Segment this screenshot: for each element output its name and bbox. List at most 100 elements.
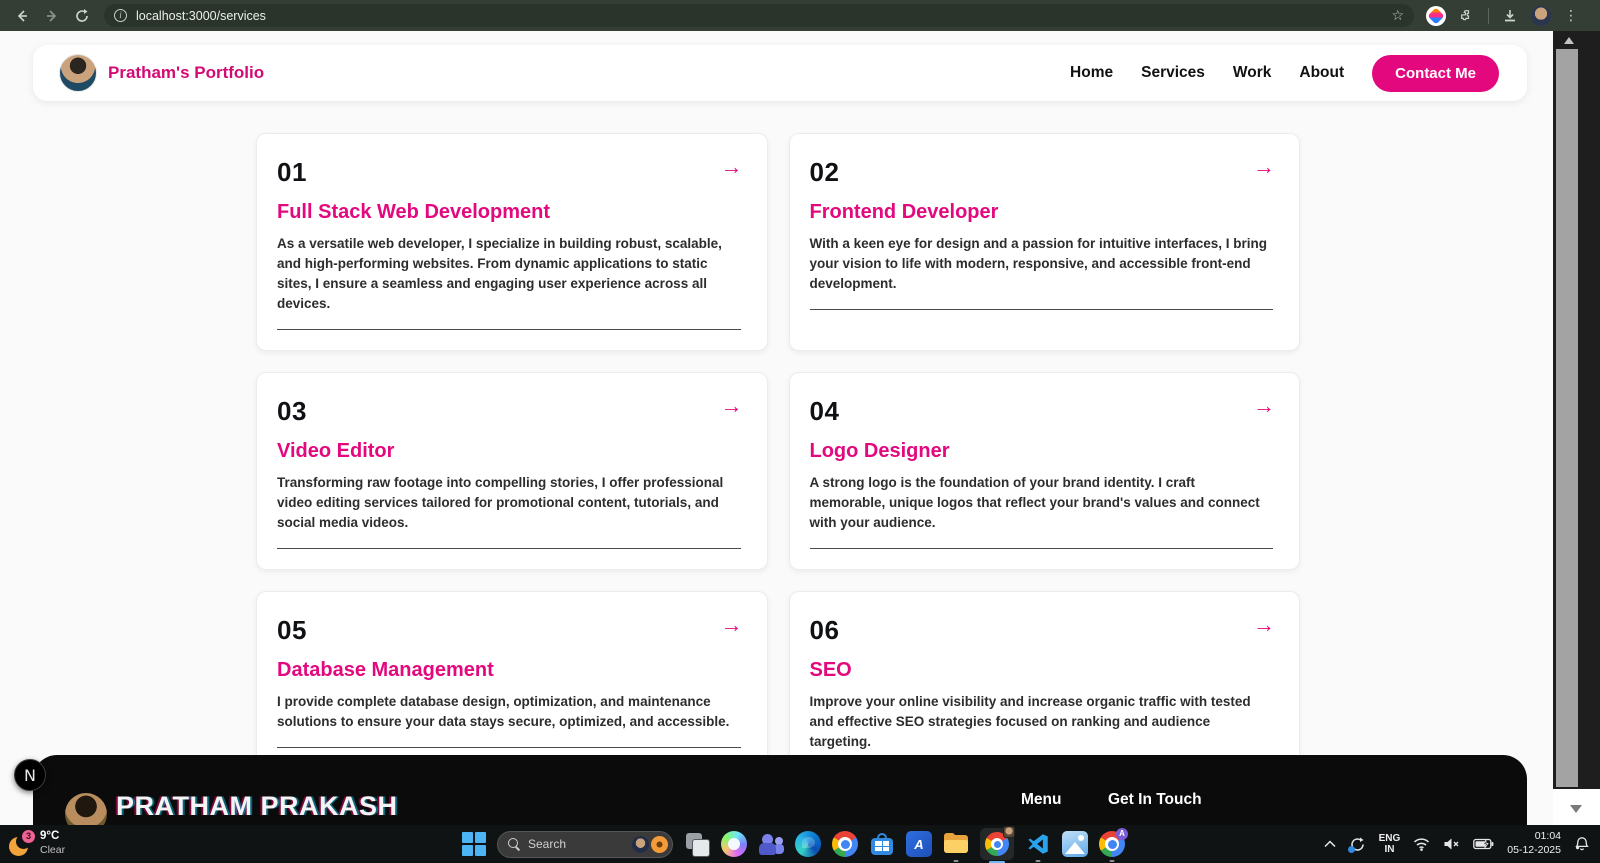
volume-muted-icon[interactable] xyxy=(1443,837,1460,851)
service-number: 04 xyxy=(810,396,1274,427)
wifi-icon[interactable] xyxy=(1413,837,1430,851)
search-highlight-wheel-icon xyxy=(651,836,668,853)
service-title: Database Management xyxy=(277,659,741,682)
search-placeholder: Search xyxy=(528,837,566,851)
taskbar-center: Search A xyxy=(462,825,1125,863)
main-nav: Home Services Work About Contact Me xyxy=(1070,55,1499,92)
copilot-icon[interactable] xyxy=(721,831,747,857)
start-button-icon[interactable] xyxy=(462,832,486,856)
browser-profile-avatar[interactable] xyxy=(1531,6,1551,26)
service-card-2: 02 → Frontend Developer With a keen eye … xyxy=(789,133,1301,351)
browser-toolbar: i localhost:3000/services ☆ ⋮ xyxy=(0,0,1600,31)
arrow-right-icon[interactable]: → xyxy=(1253,395,1275,417)
service-title: Video Editor xyxy=(277,440,741,463)
reload-icon[interactable] xyxy=(74,8,90,24)
card-divider xyxy=(277,747,741,748)
sync-update-icon[interactable] xyxy=(1349,836,1366,853)
nav-link-work[interactable]: Work xyxy=(1233,64,1271,82)
service-description: With a keen eye for design and a passion… xyxy=(810,234,1274,294)
downloads-icon[interactable] xyxy=(1502,8,1518,24)
color-picker-extension-icon[interactable] xyxy=(1426,6,1446,26)
service-number: 01 xyxy=(277,157,741,188)
taskbar-clock[interactable]: 01:04 05-12-2025 xyxy=(1507,830,1561,857)
service-card-1: 01 → Full Stack Web Development As a ver… xyxy=(256,133,768,351)
chrome-profile-icon[interactable]: A xyxy=(1099,831,1125,857)
chrome-profile-photo-badge xyxy=(1003,826,1015,838)
arrow-right-icon[interactable]: → xyxy=(1253,156,1275,178)
a-app-icon[interactable]: A xyxy=(906,831,932,857)
weather-badge: 3 xyxy=(22,830,35,843)
browser-actions: ⋮ xyxy=(1426,6,1578,26)
service-card-3: 03 → Video Editor Transforming raw foota… xyxy=(256,372,768,570)
chrome-icon[interactable] xyxy=(832,831,858,857)
service-description: As a versatile web developer, I speciali… xyxy=(277,234,741,314)
weather-moon-icon: 3 xyxy=(8,832,34,858)
chrome-active-slot[interactable] xyxy=(980,828,1014,860)
site-header: Pratham's Portfolio Home Services Work A… xyxy=(33,45,1527,101)
brand-name[interactable]: Pratham's Portfolio xyxy=(108,63,264,83)
tray-chevron-up-icon[interactable] xyxy=(1324,840,1336,848)
card-divider xyxy=(277,548,741,549)
windows-taskbar: 3 9°C Clear Search xyxy=(0,825,1600,863)
scrollbar-thumb[interactable] xyxy=(1556,49,1578,787)
footer-menu-heading: Menu xyxy=(1021,791,1061,809)
back-icon[interactable] xyxy=(14,8,30,24)
battery-icon[interactable] xyxy=(1473,838,1494,850)
url-text: localhost:3000/services xyxy=(136,9,266,23)
card-divider xyxy=(277,329,741,330)
footer-name: PRATHAM PRAKASH xyxy=(116,791,398,822)
arrow-right-icon[interactable]: → xyxy=(721,156,743,178)
service-number: 02 xyxy=(810,157,1274,188)
weather-widget[interactable]: 3 9°C Clear xyxy=(8,828,65,858)
nav-link-about[interactable]: About xyxy=(1299,64,1344,82)
time: 01:04 xyxy=(1507,830,1561,844)
toolbar-separator xyxy=(1488,8,1489,24)
service-title: Frontend Developer xyxy=(810,201,1274,224)
address-bar[interactable]: i localhost:3000/services ☆ xyxy=(104,4,1414,27)
service-number: 05 xyxy=(277,615,741,646)
nav-link-home[interactable]: Home xyxy=(1070,64,1113,82)
chrome-profile-letter-badge: A xyxy=(1116,828,1128,840)
brand-avatar xyxy=(59,54,97,92)
nav-link-services[interactable]: Services xyxy=(1141,64,1205,82)
edge-icon[interactable] xyxy=(795,831,821,857)
service-description: Improve your online visibility and incre… xyxy=(810,692,1274,752)
scrollbar-bottom xyxy=(1553,789,1600,825)
microsoft-store-icon[interactable] xyxy=(869,831,895,857)
file-explorer-icon[interactable] xyxy=(943,831,969,857)
service-title: Logo Designer xyxy=(810,440,1274,463)
search-highlight-face-icon xyxy=(632,836,649,853)
site-info-icon[interactable]: i xyxy=(114,9,127,22)
date: 05-12-2025 xyxy=(1507,844,1561,858)
scroll-down-arrow-icon[interactable] xyxy=(1570,805,1582,813)
service-number: 03 xyxy=(277,396,741,427)
task-view-icon[interactable] xyxy=(684,831,710,857)
forward-icon[interactable] xyxy=(44,8,60,24)
services-grid: 01 → Full Stack Web Development As a ver… xyxy=(256,133,1300,789)
card-divider xyxy=(810,548,1274,549)
taskbar-search-box[interactable]: Search xyxy=(497,831,673,858)
arrow-right-icon[interactable]: → xyxy=(721,614,743,636)
contact-me-button[interactable]: Contact Me xyxy=(1372,55,1499,92)
bookmark-star-icon[interactable]: ☆ xyxy=(1391,7,1404,24)
page-scrollbar[interactable] xyxy=(1553,31,1600,825)
notifications-bell-icon[interactable] xyxy=(1574,836,1590,852)
nextjs-dev-badge[interactable]: N xyxy=(14,759,46,791)
scroll-up-arrow-icon[interactable] xyxy=(1564,37,1574,44)
service-description: A strong logo is the foundation of your … xyxy=(810,473,1274,533)
browser-menu-icon[interactable]: ⋮ xyxy=(1564,7,1578,24)
card-divider xyxy=(810,309,1274,310)
search-icon xyxy=(508,838,520,850)
arrow-right-icon[interactable]: → xyxy=(1253,614,1275,636)
footer-get-in-touch-heading: Get In Touch xyxy=(1108,791,1202,809)
arrow-right-icon[interactable]: → xyxy=(721,395,743,417)
language-indicator[interactable]: ENG IN xyxy=(1379,833,1401,856)
photos-app-icon[interactable] xyxy=(1062,831,1088,857)
screen: i localhost:3000/services ☆ ⋮ Pratham's … xyxy=(0,0,1600,863)
service-description: I provide complete database design, opti… xyxy=(277,692,741,732)
extensions-icon[interactable] xyxy=(1459,8,1475,24)
vscode-icon[interactable] xyxy=(1025,831,1051,857)
service-description: Transforming raw footage into compelling… xyxy=(277,473,741,533)
weather-temp: 9°C xyxy=(40,830,65,844)
teams-icon[interactable] xyxy=(758,831,784,857)
